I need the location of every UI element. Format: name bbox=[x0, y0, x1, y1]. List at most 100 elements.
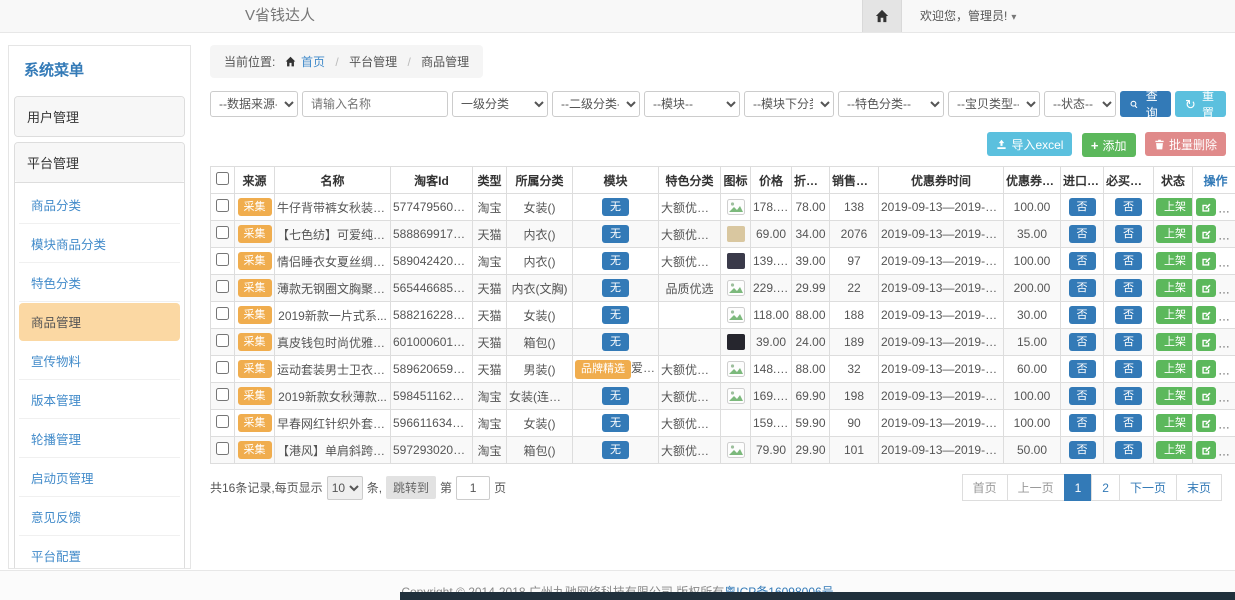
page-button[interactable]: 末页 bbox=[1176, 474, 1222, 501]
status-button[interactable]: 上架 bbox=[1156, 360, 1193, 378]
module-badge[interactable]: 无 bbox=[602, 333, 629, 351]
page-button[interactable]: 下一页 bbox=[1119, 474, 1177, 501]
module-badge[interactable]: 无 bbox=[602, 414, 629, 432]
edit-button[interactable] bbox=[1196, 306, 1216, 324]
module-badge[interactable]: 无 bbox=[602, 306, 629, 324]
import-select-badge[interactable]: 否 bbox=[1069, 387, 1096, 405]
jump-page-input[interactable] bbox=[456, 476, 490, 500]
module-badge[interactable]: 无 bbox=[602, 225, 629, 243]
name-search-input[interactable] bbox=[302, 91, 448, 117]
must-buy-badge[interactable]: 否 bbox=[1115, 279, 1142, 297]
filter-select[interactable]: --二级分类-- bbox=[552, 91, 640, 117]
edit-button[interactable] bbox=[1196, 333, 1216, 351]
status-button[interactable]: 上架 bbox=[1156, 306, 1193, 324]
must-buy-badge[interactable]: 否 bbox=[1115, 441, 1142, 459]
sidebar-group-heading[interactable]: 平台管理 bbox=[15, 143, 184, 182]
status-button[interactable]: 上架 bbox=[1156, 225, 1193, 243]
sidebar-item[interactable]: 模块商品分类 bbox=[19, 225, 180, 263]
row-checkbox[interactable] bbox=[216, 307, 229, 320]
sidebar-item[interactable]: 轮播管理 bbox=[19, 420, 180, 458]
sidebar-item[interactable]: 意见反馈 bbox=[19, 498, 180, 536]
edit-button[interactable] bbox=[1196, 252, 1216, 270]
search-button[interactable]: 查询 bbox=[1120, 91, 1171, 117]
must-buy-badge[interactable]: 否 bbox=[1115, 225, 1142, 243]
per-page-select[interactable]: 10 bbox=[327, 476, 363, 500]
jump-button[interactable]: 跳转到 bbox=[386, 476, 436, 499]
import-select-badge[interactable]: 否 bbox=[1069, 198, 1096, 216]
import-select-badge[interactable]: 否 bbox=[1069, 360, 1096, 378]
row-checkbox[interactable] bbox=[216, 253, 229, 266]
add-button[interactable]: 添加 bbox=[1082, 133, 1136, 157]
breadcrumb-home-link[interactable]: 首页 bbox=[301, 55, 325, 69]
sidebar-item[interactable]: 版本管理 bbox=[19, 381, 180, 419]
edit-button[interactable] bbox=[1196, 279, 1216, 297]
module-badge[interactable]: 无 bbox=[602, 441, 629, 459]
filter-select[interactable]: --模块-- bbox=[644, 91, 740, 117]
status-button[interactable]: 上架 bbox=[1156, 279, 1193, 297]
edit-button[interactable] bbox=[1196, 387, 1216, 405]
module-badge[interactable]: 无 bbox=[602, 279, 629, 297]
filter-select[interactable]: 一级分类 bbox=[452, 91, 548, 117]
import-excel-button[interactable]: 导入excel bbox=[987, 132, 1072, 156]
sidebar-item[interactable]: 宣传物料 bbox=[19, 342, 180, 380]
must-buy-badge[interactable]: 否 bbox=[1115, 306, 1142, 324]
status-button[interactable]: 上架 bbox=[1156, 252, 1193, 270]
row-checkbox[interactable] bbox=[216, 388, 229, 401]
import-select-badge[interactable]: 否 bbox=[1069, 414, 1096, 432]
sidebar-item[interactable]: 启动页管理 bbox=[19, 459, 180, 497]
module-badge[interactable]: 品牌精选 bbox=[575, 360, 631, 378]
row-checkbox[interactable] bbox=[216, 226, 229, 239]
must-buy-badge[interactable]: 否 bbox=[1115, 387, 1142, 405]
status-button[interactable]: 上架 bbox=[1156, 414, 1193, 432]
status-button[interactable]: 上架 bbox=[1156, 198, 1193, 216]
filter-select-source[interactable]: --数据来源-- bbox=[210, 91, 298, 117]
must-buy-badge[interactable]: 否 bbox=[1115, 333, 1142, 351]
status-button[interactable]: 上架 bbox=[1156, 387, 1193, 405]
must-buy-badge[interactable]: 否 bbox=[1115, 252, 1142, 270]
module-badge[interactable]: 无 bbox=[602, 387, 629, 405]
row-checkbox[interactable] bbox=[216, 442, 229, 455]
status-button[interactable]: 上架 bbox=[1156, 333, 1193, 351]
page-button[interactable]: 2 bbox=[1091, 474, 1120, 501]
sidebar-item[interactable]: 商品分类 bbox=[19, 186, 180, 224]
sidebar-group-heading[interactable]: 用户管理 bbox=[15, 97, 184, 136]
sidebar-item[interactable]: 特色分类 bbox=[19, 264, 180, 302]
page-button[interactable]: 上一页 bbox=[1007, 474, 1065, 501]
sidebar-item[interactable]: 商品管理 bbox=[19, 303, 180, 341]
select-all-checkbox[interactable] bbox=[216, 172, 229, 185]
must-buy-badge[interactable]: 否 bbox=[1115, 360, 1142, 378]
row-checkbox[interactable] bbox=[216, 334, 229, 347]
row-checkbox[interactable] bbox=[216, 199, 229, 212]
import-select-badge[interactable]: 否 bbox=[1069, 333, 1096, 351]
must-buy-badge[interactable]: 否 bbox=[1115, 414, 1142, 432]
sales-count: 2076 bbox=[830, 221, 879, 248]
user-menu[interactable]: 欢迎您，管理员!▾ bbox=[920, 0, 1016, 34]
filter-select[interactable]: --模块下分类-- bbox=[744, 91, 834, 117]
filter-select[interactable]: --状态-- bbox=[1044, 91, 1116, 117]
module-badge[interactable]: 无 bbox=[602, 198, 629, 216]
edit-button[interactable] bbox=[1196, 198, 1216, 216]
import-select-badge[interactable]: 否 bbox=[1069, 225, 1096, 243]
sidebar-item[interactable]: 平台配置 bbox=[19, 537, 180, 569]
status-button[interactable]: 上架 bbox=[1156, 441, 1193, 459]
module-badge[interactable]: 无 bbox=[602, 252, 629, 270]
row-checkbox[interactable] bbox=[216, 361, 229, 374]
row-checkbox[interactable] bbox=[216, 280, 229, 293]
edit-button[interactable] bbox=[1196, 360, 1216, 378]
edit-button[interactable] bbox=[1196, 441, 1216, 459]
row-checkbox[interactable] bbox=[216, 415, 229, 428]
edit-button[interactable] bbox=[1196, 225, 1216, 243]
reset-button[interactable]: ↻ 重置 bbox=[1175, 91, 1226, 117]
must-buy-badge[interactable]: 否 bbox=[1115, 198, 1142, 216]
page-button[interactable]: 首页 bbox=[962, 474, 1008, 501]
import-select-badge[interactable]: 否 bbox=[1069, 252, 1096, 270]
import-select-badge[interactable]: 否 bbox=[1069, 306, 1096, 324]
import-select-badge[interactable]: 否 bbox=[1069, 279, 1096, 297]
import-select-badge[interactable]: 否 bbox=[1069, 441, 1096, 459]
edit-button[interactable] bbox=[1196, 414, 1216, 432]
batch-delete-button[interactable]: 批量删除 bbox=[1145, 132, 1226, 156]
page-button[interactable]: 1 bbox=[1064, 474, 1093, 501]
home-button[interactable] bbox=[862, 0, 902, 32]
filter-select[interactable]: --宝贝类型-- bbox=[948, 91, 1040, 117]
filter-select[interactable]: --特色分类-- bbox=[838, 91, 944, 117]
